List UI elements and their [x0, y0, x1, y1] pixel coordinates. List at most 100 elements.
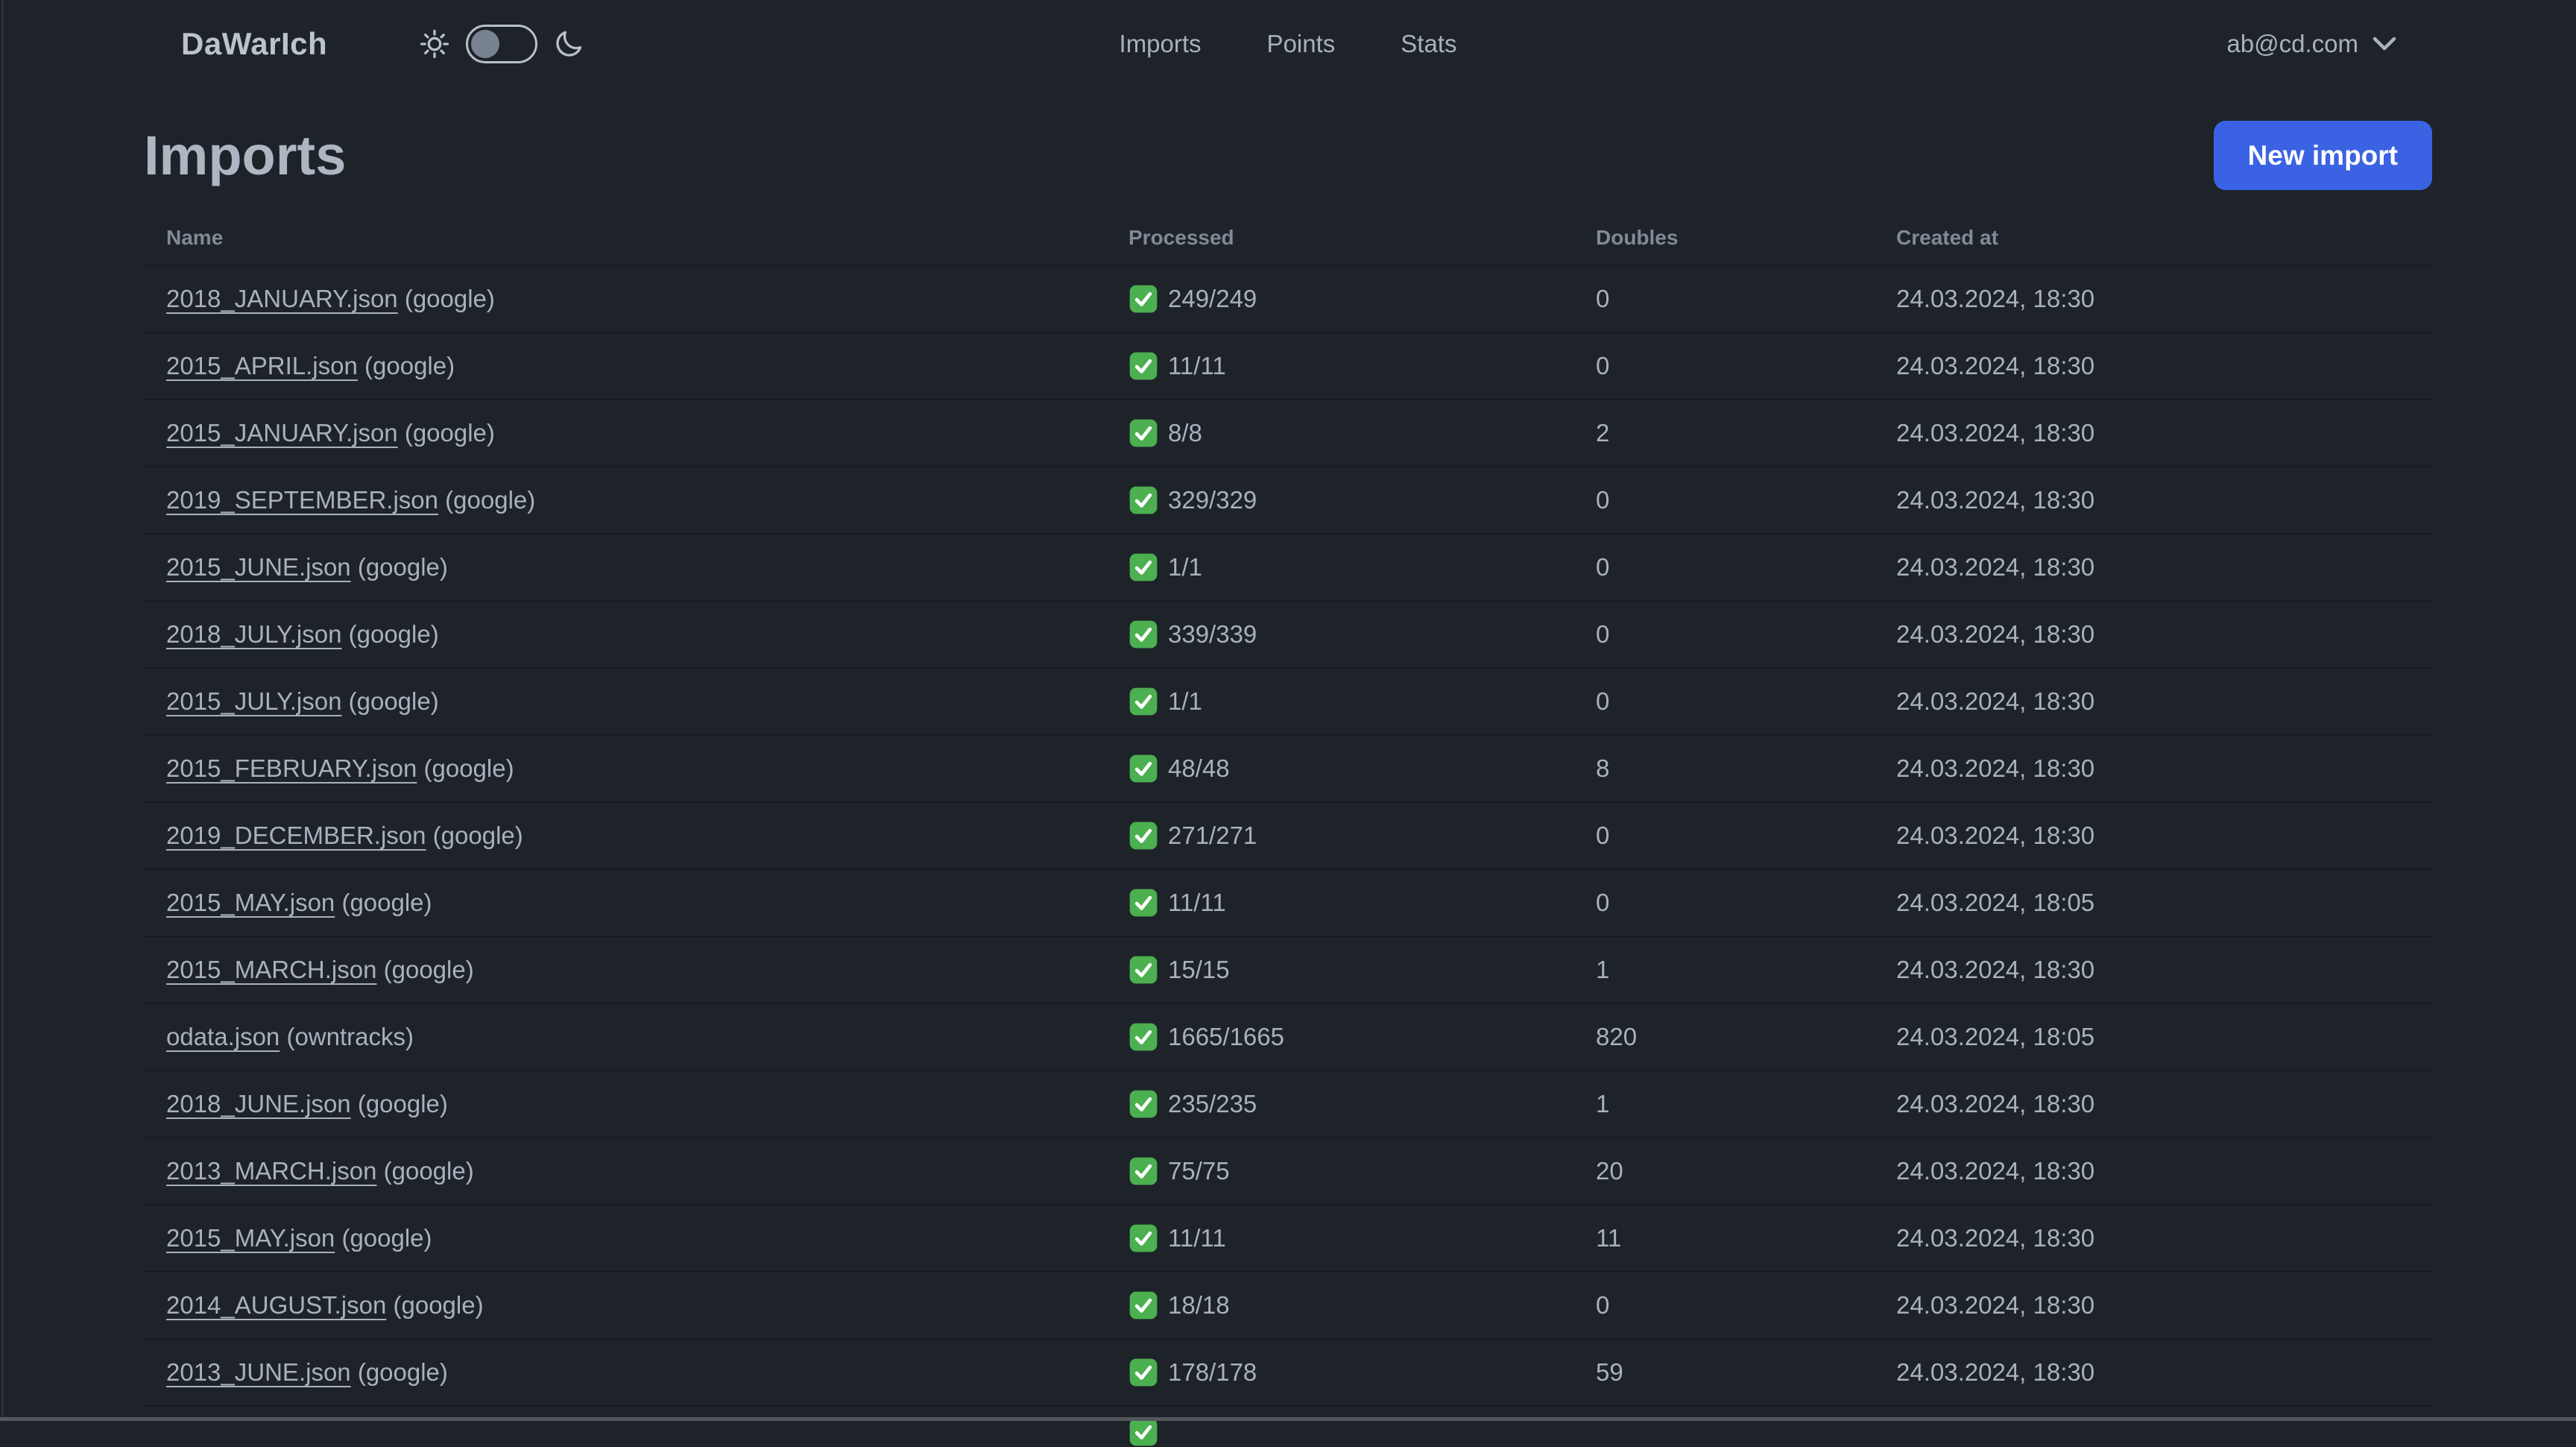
import-file-link[interactable]: 2013_JUNE.json	[166, 1358, 351, 1386]
name-cell: 2014_AUGUST.json (google)	[144, 1272, 1106, 1340]
processed-cell: 1665/1665	[1106, 1003, 1573, 1071]
doubles-cell: 59	[1573, 1339, 1874, 1407]
name-cell: 2013_MARCH.json (google)	[144, 1138, 1106, 1205]
import-file-link[interactable]: 2015_JUNE.json	[166, 553, 351, 581]
column-header-processed: Processed	[1106, 209, 1573, 266]
import-source: (google)	[335, 889, 432, 916]
processed-count: 11/11	[1168, 352, 1226, 379]
nav-link-imports[interactable]: Imports	[1109, 22, 1212, 66]
processed-cell: 339/339	[1106, 601, 1573, 669]
processed-check-icon	[1128, 821, 1158, 851]
processed-count: 18/18	[1168, 1291, 1230, 1319]
nav-link-points[interactable]: Points	[1257, 22, 1346, 66]
created-at-cell: 24.03.2024, 18:30	[1874, 1071, 2432, 1138]
doubles-cell: 0	[1573, 467, 1874, 535]
user-menu[interactable]: ab@cd.com	[2226, 30, 2397, 58]
theme-toggle-group	[418, 25, 585, 63]
chevron-down-icon	[2372, 30, 2397, 58]
processed-count: 271/271	[1168, 822, 1257, 849]
processed-check-icon	[1128, 1417, 1158, 1447]
table-row: 2015_FEBRUARY.json (google) 48/48 8 24.03.2…	[144, 735, 2432, 803]
table-row: 2013_JUNE.json (google) 178/178 59 24.03.20…	[144, 1339, 2432, 1407]
table-row: 2018_JUNE.json (google) 235/235 1 24.03.202…	[144, 1071, 2432, 1138]
name-cell: 2015_JANUARY.json (google)	[144, 400, 1106, 467]
import-file-link[interactable]: 2015_APRIL.json	[166, 352, 358, 379]
import-file-link[interactable]: 2015_JANUARY.json	[166, 419, 398, 447]
created-at-cell: 24.03.2024, 18:30	[1874, 1138, 2432, 1205]
processed-check-icon	[1128, 1156, 1158, 1186]
import-source: (google)	[350, 1090, 448, 1117]
doubles-cell: 0	[1573, 601, 1874, 669]
doubles-cell: 0	[1573, 265, 1874, 333]
window-left-edge	[1, 0, 4, 1421]
name-cell: 2015_MARCH.json (google)	[144, 936, 1106, 1004]
processed-count: 11/11	[1168, 1224, 1226, 1252]
created-at-cell: 24.03.2024, 18:30	[1874, 467, 2432, 535]
created-at-cell: 24.03.2024, 18:30	[1874, 601, 2432, 669]
name-cell: 2015_APRIL.json (google)	[144, 332, 1106, 400]
main-nav: Imports Points Stats	[1109, 22, 1468, 66]
import-file-link[interactable]: 2015_FEBRUARY.json	[166, 754, 417, 782]
import-file-link[interactable]: 2019_DECEMBER.json	[166, 822, 426, 849]
moon-icon	[552, 28, 585, 60]
created-at-cell: 24.03.2024, 18:30	[1874, 1339, 2432, 1407]
processed-cell	[1106, 1406, 1573, 1447]
processed-check-icon	[1128, 1358, 1158, 1387]
processed-check-icon	[1128, 888, 1158, 918]
processed-check-icon	[1128, 1022, 1158, 1052]
created-at-cell: 24.03.2024, 18:30	[1874, 802, 2432, 870]
import-file-link[interactable]: 2015_JULY.json	[166, 687, 341, 715]
doubles-cell: 0	[1573, 534, 1874, 602]
processed-check-icon	[1128, 1089, 1158, 1119]
import-file-link[interactable]: 2018_JANUARY.json	[166, 285, 398, 312]
app-logo[interactable]: DaWarIch	[181, 26, 327, 62]
nav-link-stats[interactable]: Stats	[1390, 22, 1467, 66]
imports-table: Name Processed Doubles Created at 2018_J…	[144, 209, 2432, 1447]
import-file-link[interactable]: 2015_MAY.json	[166, 1224, 335, 1252]
processed-count: 339/339	[1168, 620, 1257, 648]
table-row: 2015_JULY.json (google) 1/1 0 24.03.2024, 1…	[144, 668, 2432, 736]
processed-count: 1665/1665	[1168, 1023, 1284, 1050]
table-row: 2015_MAY.json (google) 11/11 0 24.03.2024, …	[144, 869, 2432, 937]
import-source: (google)	[417, 754, 514, 782]
processed-count: 8/8	[1168, 419, 1202, 447]
processed-cell: 329/329	[1106, 467, 1573, 535]
import-file-link[interactable]: 2014_AUGUST.json	[166, 1291, 386, 1319]
processed-count: 329/329	[1168, 486, 1257, 514]
processed-count: 235/235	[1168, 1090, 1257, 1117]
table-row: 2013_MARCH.json (google) 75/75 20 24.03.202…	[144, 1138, 2432, 1205]
created-at-cell	[1874, 1406, 2432, 1447]
processed-check-icon	[1128, 687, 1158, 716]
created-at-cell: 24.03.2024, 18:30	[1874, 668, 2432, 736]
processed-count: 249/249	[1168, 285, 1257, 312]
import-file-link[interactable]: 2015_MARCH.json	[166, 956, 376, 983]
import-source: (google)	[341, 687, 439, 715]
new-import-button[interactable]: New import	[2213, 121, 2432, 190]
created-at-cell: 24.03.2024, 18:30	[1874, 735, 2432, 803]
processed-check-icon	[1128, 485, 1158, 515]
processed-check-icon	[1128, 552, 1158, 582]
imports-table-head: Name Processed Doubles Created at	[144, 209, 2432, 266]
import-source: (google)	[397, 419, 495, 447]
import-source: (google)	[397, 285, 495, 312]
import-file-link[interactable]: 2013_MARCH.json	[166, 1157, 376, 1185]
doubles-cell	[1573, 1406, 1874, 1447]
import-file-link[interactable]: 2015_MAY.json	[166, 889, 335, 916]
created-at-cell: 24.03.2024, 18:30	[1874, 936, 2432, 1004]
doubles-cell: 8	[1573, 735, 1874, 803]
doubles-cell: 0	[1573, 668, 1874, 736]
theme-toggle[interactable]	[466, 25, 538, 63]
table-row: 2018_JANUARY.json (google) 249/249 0 24.03.…	[144, 265, 2432, 333]
import-file-link[interactable]: 2018_JULY.json	[166, 620, 341, 648]
import-file-link[interactable]: odata.json	[166, 1023, 280, 1050]
table-row: 2015_MAY.json (google) 11/11 11 24.03.2024,…	[144, 1205, 2432, 1273]
name-cell: 2018_JULY.json (google)	[144, 601, 1106, 669]
column-header-name: Name	[144, 209, 1106, 266]
sun-icon	[418, 28, 451, 60]
processed-check-icon	[1128, 620, 1158, 649]
import-file-link[interactable]: 2019_SEPTEMBER.json	[166, 486, 438, 514]
doubles-cell: 11	[1573, 1205, 1874, 1273]
table-row: 2019_DECEMBER.json (google) 271/271 0 24.03…	[144, 802, 2432, 870]
import-file-link[interactable]: 2018_JUNE.json	[166, 1090, 351, 1117]
doubles-cell: 820	[1573, 1003, 1874, 1071]
